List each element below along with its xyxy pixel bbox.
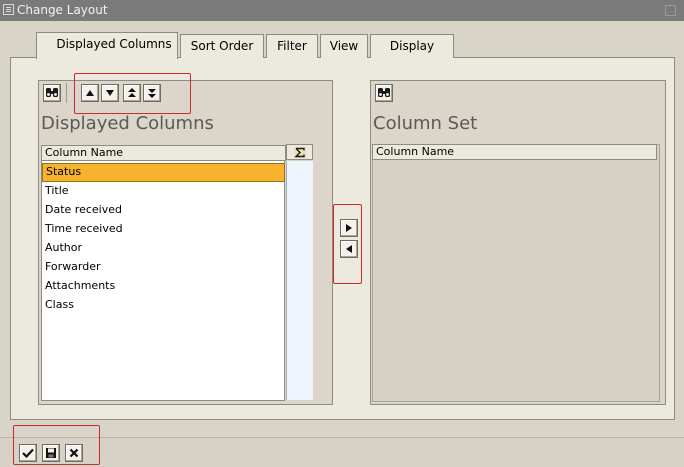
highlight-transfer-buttons — [333, 204, 362, 284]
list-item[interactable]: Status — [42, 163, 285, 182]
list-item[interactable]: Class — [42, 296, 285, 315]
sum-column — [286, 161, 313, 400]
window-title: Change Layout — [17, 3, 108, 17]
highlight-bottom-buttons — [13, 425, 100, 465]
column-set-list: Column Name — [372, 144, 660, 402]
toolbar-separator — [66, 83, 67, 103]
close-icon[interactable] — [665, 5, 676, 16]
tab-sort-order[interactable]: Sort Order — [180, 34, 264, 58]
column-set-box: Column Set Column Name — [370, 80, 666, 405]
find-button[interactable] — [43, 84, 61, 102]
list-item[interactable]: Title — [42, 182, 285, 201]
change-layout-dialog: Change Layout Displayed Columns Sort Ord… — [0, 0, 684, 467]
find-button-right[interactable] — [375, 84, 393, 102]
list-item[interactable]: Attachments — [42, 277, 285, 296]
column-set-heading: Column Set — [373, 113, 478, 134]
window-icon — [3, 4, 14, 15]
list-item[interactable]: Date received — [42, 201, 285, 220]
sum-column-header[interactable] — [286, 144, 313, 160]
title-bar: Change Layout — [0, 0, 684, 21]
displayed-columns-box: Displayed Columns Column Name Status Tit… — [38, 80, 333, 405]
dialog-button-bar — [0, 437, 684, 467]
sigma-icon — [293, 146, 306, 158]
displayed-columns-rows: Status Title Date received Time received… — [42, 163, 285, 401]
list-item[interactable]: Author — [42, 239, 285, 258]
displayed-columns-list: Column Name Status Title Date received T… — [41, 145, 286, 401]
find-icon — [46, 88, 58, 97]
find-icon — [378, 88, 390, 97]
tab-filter[interactable]: Filter — [266, 34, 318, 58]
column-name-header[interactable]: Column Name — [41, 145, 286, 161]
tab-view[interactable]: View — [320, 34, 368, 58]
list-item[interactable]: Forwarder — [42, 258, 285, 277]
list-item[interactable]: Time received — [42, 220, 285, 239]
column-set-header[interactable]: Column Name — [372, 144, 657, 160]
highlight-sort-buttons — [74, 73, 191, 114]
displayed-columns-heading: Displayed Columns — [41, 113, 214, 134]
tab-displayed-columns[interactable]: Displayed Columns — [36, 32, 178, 59]
tab-display[interactable]: Display — [370, 34, 454, 58]
